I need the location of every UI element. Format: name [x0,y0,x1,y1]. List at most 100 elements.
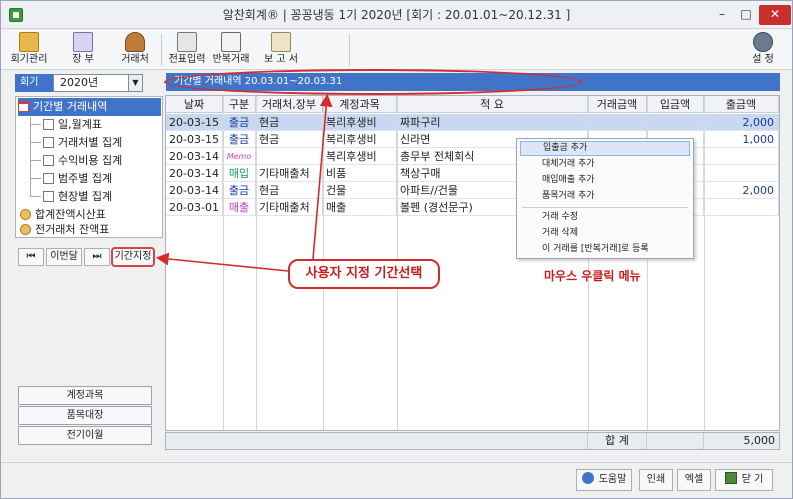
close-button[interactable]: 닫 기 [715,469,773,491]
report-button[interactable]: 보 고 서 [259,32,303,68]
cell-item: 매출 [323,199,397,216]
totals-spacer [166,433,588,449]
cell-type: 출금 [223,182,256,199]
tree-connector [31,178,41,179]
print-button[interactable]: 인쇄 [639,469,673,491]
cell-item: 건물 [323,182,397,199]
document-icon [43,172,54,184]
cell-date: 20-03-14 [166,165,223,182]
cell-item: 복리후생비 [323,131,397,148]
tree-item-label: 거래처별 집계 [58,136,123,149]
tree-item-category-summary[interactable]: 범주별 집계 [31,170,112,188]
help-button[interactable]: 도움말 [576,469,632,491]
status-bar: 도움말 인쇄 엑셀 닫 기 [1,462,792,498]
menu-item-add-purchase-sale[interactable]: 매입매출 추가 [520,173,690,188]
coin-icon [20,223,31,235]
tree-item-income-expense[interactable]: 수익비용 집계 [31,152,122,170]
voucher-button[interactable]: 전표입력 [165,32,209,68]
cell-date: 20-03-15 [166,131,223,148]
next-period-button[interactable]: ⏭ [84,248,110,266]
column-header[interactable]: 적 요 [397,96,588,113]
column-header[interactable]: 구분 [223,96,256,113]
voucher-icon [177,32,197,52]
clients-button[interactable]: 거래처 [115,32,155,68]
cell-date: 20-03-14 [166,148,223,165]
tree-item-label: 현장별 집계 [58,190,113,203]
repeat-label: 반복거래 [212,54,250,65]
context-menu: 입출금 추가 대체거래 추가 매입매출 추가 품목거래 추가 거래 수정 거래 … [516,138,694,259]
tree-item-period-transactions[interactable]: 기간별 거래내역 [18,98,161,116]
column-header[interactable]: 거래금액 [588,96,647,113]
column-header[interactable]: 출금액 [704,96,779,113]
tree-item-all-client-balance[interactable]: 전거래처 잔액표 [20,221,109,239]
ledger-icon [19,32,39,52]
totals-row: 합 계 5,000 [165,432,780,450]
cell-withdraw [704,199,779,216]
tree-connector [31,124,41,125]
cell-account [256,148,323,165]
tree-item-client-summary[interactable]: 거래처별 집계 [31,134,122,152]
menu-item-edit[interactable]: 거래 수정 [520,210,690,225]
tree-connector [31,142,41,143]
annotation-ellipse [164,69,582,95]
fiscal-year-select[interactable]: 2020년 ▼ [53,74,143,92]
tree-item-label: 전거래처 잔액표 [35,223,110,236]
cell-withdraw: 2,000 [704,114,779,131]
settings-button[interactable]: 설 정 [747,32,779,68]
cell-date: 20-03-15 [166,114,223,131]
accounting-button[interactable]: 회기관리 [7,32,51,68]
cell-account: 기타매출처 [256,165,323,182]
menu-item-register-repeat[interactable]: 이 거래를 [반복거래]로 등록 [520,242,690,257]
document-icon [43,190,54,202]
custom-period-button[interactable]: 기간지정 [112,248,154,266]
column-header[interactable]: 거래처,장부 [256,96,323,113]
tree-item-label: 합계잔액시산표 [35,208,106,221]
window-title: 알찬회계® | 꽁꽁냉동 1기 2020년 [회기 : 20.01.01~20.… [222,8,571,22]
maximize-button[interactable]: □ [735,5,757,25]
cell-withdraw [704,148,779,165]
title-bar: 알찬회계® | 꽁꽁냉동 1기 2020년 [회기 : 20.01.01~20.… [1,1,792,29]
menu-item-add-transfer[interactable]: 대체거래 추가 [520,157,690,172]
totals-deposit [647,433,704,449]
minimize-button[interactable]: – [711,5,733,25]
dropdown-arrow-icon[interactable]: ▼ [128,75,142,91]
column-header[interactable]: 입금액 [647,96,704,113]
totals-withdraw: 5,000 [743,434,776,447]
accounting-label: 회기관리 [10,54,48,65]
account-titles-button[interactable]: 계정과목 [18,386,152,405]
menu-item-delete[interactable]: 거래 삭제 [520,226,690,241]
carry-forward-button[interactable]: 전기이월 [18,426,152,445]
tree-item-label: 범주별 집계 [58,172,113,185]
cell-amount [588,114,647,131]
cell-account: 현금 [256,114,323,131]
excel-button[interactable]: 엑셀 [677,469,711,491]
cell-item: 복리후생비 [323,148,397,165]
settings-label: 설 정 [752,54,774,65]
column-header[interactable]: 날짜 [166,96,223,113]
repeat-icon [221,32,241,52]
cell-withdraw: 2,000 [704,182,779,199]
ledger-button[interactable]: 장 부 [65,32,101,68]
item-ledger-button[interactable]: 품목대장 [18,406,152,425]
cell-deposit [647,114,704,131]
first-period-button[interactable]: ⏮ [18,248,44,266]
menu-item-add-item-transaction[interactable]: 품목거래 추가 [520,189,690,204]
cell-item: 복리후생비 [323,114,397,131]
fiscal-year-value: 2020년 [60,76,99,89]
close-window-button[interactable]: ✕ [759,5,791,25]
repeat-button[interactable]: 반복거래 [209,32,253,68]
menu-item-add-cash[interactable]: 입출금 추가 [520,141,690,156]
help-label: 도움말 [598,474,627,485]
tree-item-daily-monthly[interactable]: 일,월계표 [31,116,102,134]
fiscal-year-label: 회기 [15,74,53,92]
menu-separator [522,207,688,208]
report-label: 보 고 서 [264,54,298,65]
tree-item-site-summary[interactable]: 현장별 집계 [31,188,112,206]
tree-item-label: 기간별 거래내역 [33,100,108,113]
toolbar-divider [349,34,350,66]
this-month-button[interactable]: 이번달 [46,248,82,266]
close-label: 닫 기 [741,474,764,485]
column-header[interactable]: 계정과목 [323,96,397,113]
cell-account: 현금 [256,131,323,148]
totals-label: 합 계 [588,433,647,449]
